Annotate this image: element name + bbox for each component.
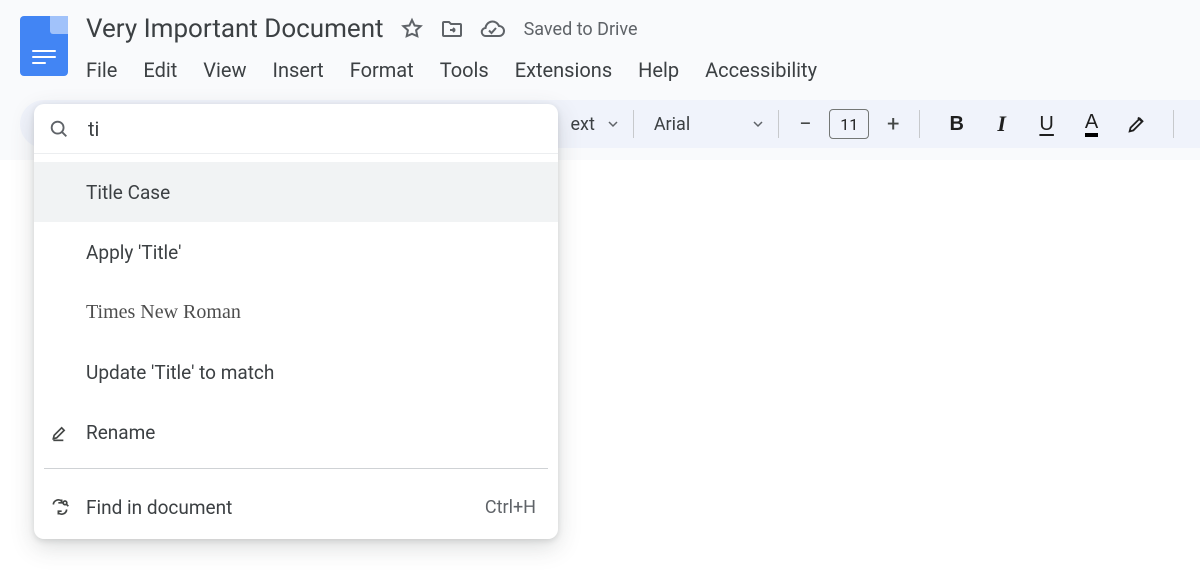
menu-item-update-title[interactable]: Update 'Title' to match xyxy=(34,342,558,402)
menu-item-title-case[interactable]: Title Case xyxy=(34,162,558,222)
highlight-color-button[interactable] xyxy=(1119,106,1154,142)
menu-separator xyxy=(44,468,548,469)
cloud-saved-icon[interactable] xyxy=(480,18,506,40)
search-menu-panel: Title Case Apply 'Title' Times New Roman… xyxy=(34,104,558,539)
move-folder-icon[interactable] xyxy=(440,17,464,41)
font-size-group: − 11 + xyxy=(793,100,905,148)
search-icon xyxy=(48,118,70,140)
menu-format[interactable]: Format xyxy=(350,58,414,82)
title-row: Very Important Document Saved to Drive xyxy=(86,12,1200,46)
menu-insert[interactable]: Insert xyxy=(273,58,324,82)
menu-item-find-in-document[interactable]: Find in document Ctrl+H xyxy=(34,475,558,539)
star-icon[interactable] xyxy=(400,17,424,41)
menu-item-label: Update 'Title' to match xyxy=(86,361,274,384)
find-replace-icon xyxy=(50,497,70,517)
header-main: Very Important Document Saved to Drive F… xyxy=(86,12,1200,82)
menu-tools[interactable]: Tools xyxy=(440,58,489,82)
font-size-input[interactable]: 11 xyxy=(829,109,869,139)
docs-logo-icon[interactable] xyxy=(20,16,68,76)
paragraph-styles-label: ext xyxy=(564,114,600,135)
toolbar-divider xyxy=(919,110,920,138)
menu-help[interactable]: Help xyxy=(638,58,679,82)
search-input[interactable] xyxy=(88,117,544,141)
menu-file[interactable]: File xyxy=(86,58,117,82)
menu-view[interactable]: View xyxy=(203,58,246,82)
toolbar-divider xyxy=(1173,110,1174,138)
menu-extensions[interactable]: Extensions xyxy=(515,58,612,82)
saved-status-text[interactable]: Saved to Drive xyxy=(524,19,638,40)
menu-item-apply-title[interactable]: Apply 'Title' xyxy=(34,222,558,282)
search-results-list: Title Case Apply 'Title' Times New Roman… xyxy=(34,154,558,539)
document-title[interactable]: Very Important Document xyxy=(86,14,384,44)
app-header: Very Important Document Saved to Drive F… xyxy=(0,0,1200,82)
font-name-label: Arial xyxy=(648,114,696,135)
chevron-down-icon xyxy=(752,118,764,130)
paragraph-styles-dropdown[interactable]: ext xyxy=(561,100,619,148)
rename-icon xyxy=(50,422,70,442)
menu-edit[interactable]: Edit xyxy=(143,58,177,82)
menu-item-label: Apply 'Title' xyxy=(86,241,181,264)
menu-accessibility[interactable]: Accessibility xyxy=(705,58,817,82)
decrease-font-size-button[interactable]: − xyxy=(793,112,817,137)
underline-button[interactable]: U xyxy=(1029,106,1064,142)
bold-button[interactable]: B xyxy=(939,106,974,142)
menu-item-shortcut: Ctrl+H xyxy=(485,497,536,518)
font-family-dropdown[interactable]: Arial xyxy=(648,100,765,148)
menu-bar: File Edit View Insert Format Tools Exten… xyxy=(86,58,1200,82)
menu-item-label: Find in document xyxy=(86,496,232,519)
toolbar-divider xyxy=(778,110,779,138)
menu-item-times-new-roman[interactable]: Times New Roman xyxy=(34,282,558,342)
increase-font-size-button[interactable]: + xyxy=(881,112,905,137)
menu-item-label: Times New Roman xyxy=(86,301,241,324)
menu-item-rename[interactable]: Rename xyxy=(34,402,558,462)
menu-item-label: Rename xyxy=(86,421,155,444)
menu-item-label: Title Case xyxy=(86,181,170,204)
text-color-button[interactable]: A xyxy=(1074,106,1109,142)
toolbar-divider xyxy=(633,110,634,138)
italic-button[interactable]: I xyxy=(984,106,1019,142)
search-row xyxy=(34,104,558,154)
chevron-down-icon xyxy=(607,118,619,130)
